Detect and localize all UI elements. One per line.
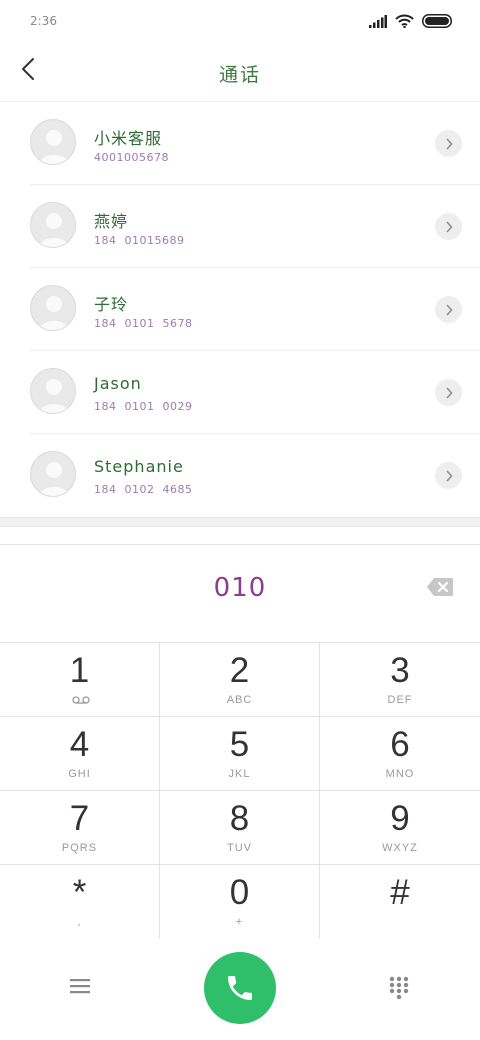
key-letters: ABC <box>226 694 253 706</box>
key-digit: 2 <box>229 651 250 690</box>
phone-icon <box>228 976 252 1000</box>
list-divider <box>0 517 480 527</box>
contact-number: 184 0101 0029 <box>94 400 193 413</box>
avatar-placeholder-icon <box>39 462 69 496</box>
voicemail-icon <box>72 696 90 704</box>
key-digit: # <box>390 873 410 912</box>
battery-icon <box>422 14 452 28</box>
key-letters: TUV <box>227 842 252 854</box>
key-4[interactable]: 4 GHI <box>0 717 160 791</box>
key-5[interactable]: 5 JKL <box>160 717 320 791</box>
status-bar: 2:36 <box>0 0 480 44</box>
dialed-number[interactable]: 010 <box>0 573 480 603</box>
keypad: 1 2 ABC 3 DEF 4 GHI 5 JKL 6 MNO 7 PQRS 8… <box>0 642 480 939</box>
chevron-right-icon <box>445 220 453 233</box>
key-letters: WXYZ <box>382 842 418 854</box>
key-digit: 4 <box>69 725 90 764</box>
key-2[interactable]: 2 ABC <box>160 643 320 717</box>
key-9[interactable]: 9 WXYZ <box>320 791 480 865</box>
contact-row[interactable]: 燕婷 184 01015689 <box>30 185 480 268</box>
backspace-icon <box>427 578 453 596</box>
key-digit: 1 <box>69 651 90 690</box>
key-digit: 5 <box>229 725 250 764</box>
key-letters: PQRS <box>61 842 98 854</box>
wifi-icon <box>395 14 414 28</box>
contact-row[interactable]: Stephanie 184 0102 4685 <box>30 434 480 517</box>
dial-display: 010 <box>0 544 480 642</box>
contact-detail-button[interactable] <box>435 462 462 489</box>
menu-icon <box>70 979 90 994</box>
dialer-screen: 2:36 通话 小米客服 4001005678 燕婷 184 01015689 … <box>0 0 480 1040</box>
key-letters: + <box>235 916 244 928</box>
contact-number: 184 0102 4685 <box>94 483 193 496</box>
contact-row[interactable]: 小米客服 4001005678 <box>30 102 480 185</box>
key-digit: 3 <box>390 651 410 690</box>
avatar <box>30 202 76 248</box>
chevron-right-icon <box>445 303 453 316</box>
call-button[interactable] <box>204 952 276 1024</box>
key-digit: 8 <box>229 799 250 838</box>
key-3[interactable]: 3 DEF <box>320 643 480 717</box>
delete-button[interactable] <box>426 577 454 597</box>
contact-detail-button[interactable] <box>435 296 462 323</box>
chevron-right-icon <box>445 137 453 150</box>
key-digit: 6 <box>390 725 410 764</box>
dialpad-icon <box>389 976 409 1000</box>
key-digit: 0 <box>229 873 250 912</box>
avatar-placeholder-icon <box>39 296 69 330</box>
dialpad-toggle-button[interactable] <box>389 976 409 1000</box>
avatar <box>30 368 76 414</box>
contact-detail-button[interactable] <box>435 130 462 157</box>
app-header: 通话 <box>0 44 480 102</box>
contact-name: Jason <box>94 374 142 393</box>
signal-icon <box>369 14 387 28</box>
page-title: 通话 <box>218 64 261 86</box>
contact-list: 小米客服 4001005678 燕婷 184 01015689 子玲 184 0… <box>0 102 480 517</box>
key-6[interactable]: 6 MNO <box>320 717 480 791</box>
avatar <box>30 451 76 497</box>
chevron-right-icon <box>445 386 453 399</box>
contact-number: 184 0101 5678 <box>94 317 193 330</box>
contact-row[interactable]: 子玲 184 0101 5678 <box>30 268 480 351</box>
contact-number: 184 01015689 <box>94 234 185 247</box>
status-icons <box>369 12 452 30</box>
menu-button[interactable] <box>70 976 94 996</box>
chevron-right-icon <box>445 469 453 482</box>
key-1[interactable]: 1 <box>0 643 160 717</box>
contact-number: 4001005678 <box>94 151 169 164</box>
key-digit: * <box>72 873 87 912</box>
bottom-bar <box>0 938 480 1040</box>
key-letters: JKL <box>228 768 251 780</box>
avatar-placeholder-icon <box>39 379 69 413</box>
key-star[interactable]: * , <box>0 865 160 939</box>
avatar <box>30 119 76 165</box>
key-letters: DEF <box>387 694 413 706</box>
status-time: 2:36 <box>30 14 57 28</box>
key-7[interactable]: 7 PQRS <box>0 791 160 865</box>
contact-name: 燕婷 <box>94 212 129 231</box>
key-letters: MNO <box>385 768 415 780</box>
contact-name: Stephanie <box>94 457 184 476</box>
key-digit: 9 <box>390 799 410 838</box>
contact-detail-button[interactable] <box>435 213 462 240</box>
contact-detail-button[interactable] <box>435 379 462 406</box>
contact-name: 子玲 <box>94 295 129 314</box>
key-hash[interactable]: # <box>320 865 480 939</box>
key-letters: GHI <box>68 768 91 780</box>
avatar <box>30 285 76 331</box>
avatar-placeholder-icon <box>39 213 69 247</box>
key-digit: 7 <box>69 799 90 838</box>
contact-row[interactable]: Jason 184 0101 0029 <box>30 351 480 434</box>
contact-name: 小米客服 <box>94 129 163 148</box>
key-8[interactable]: 8 TUV <box>160 791 320 865</box>
avatar-placeholder-icon <box>39 130 69 164</box>
key-0[interactable]: 0 + <box>160 865 320 939</box>
key-letters: , <box>77 916 82 928</box>
